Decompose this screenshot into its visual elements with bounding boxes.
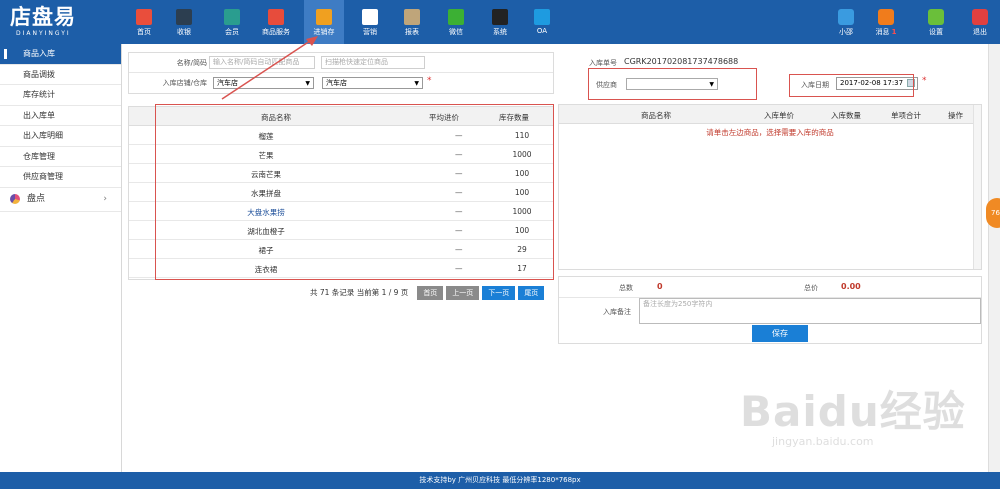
pagination: 共 71 条记录 当前第 1 / 9 页 首页 上一页 下一页 尾页	[310, 285, 545, 300]
empty-hint: 请单击左边商品，选择需要入库的商品	[706, 128, 834, 137]
total-value: 0.00	[841, 282, 861, 291]
prev-page-button[interactable]: 上一页	[446, 285, 480, 300]
next-page-button[interactable]: 下一页	[482, 285, 516, 300]
table-scrollbar[interactable]	[973, 105, 981, 269]
remark-label: 入库备注	[603, 308, 631, 316]
watermark: Baidu经验 jingyan.baidu.com	[740, 378, 966, 448]
col-header-subtotal: 单项合计	[891, 111, 921, 120]
stock-in-items-table: 商品名称 入库单价 入库数量 单项合计 操作 请单击左边商品，选择需要入库的商品	[558, 104, 982, 270]
order-no-label: 入库单号	[589, 59, 617, 67]
table-header: 商品名称 入库单价 入库数量 单项合计 操作	[559, 105, 981, 124]
col-header-unit-price: 入库单价	[764, 111, 794, 120]
total-label: 总价	[804, 284, 818, 292]
count-value: 0	[657, 282, 663, 291]
footer: 技术支持by 广州贝应科技 最低分辨率1280*768px	[0, 472, 1000, 489]
col-header-actions: 操作	[948, 111, 963, 120]
count-label: 总数	[619, 284, 633, 292]
save-button[interactable]: 保存	[752, 325, 808, 342]
first-page-button[interactable]: 首页	[417, 285, 444, 300]
col-header-name: 商品名称	[641, 111, 671, 120]
page-scrollbar[interactable]	[988, 44, 1000, 472]
required-mark: *	[922, 76, 927, 86]
pagination-info: 共 71 条记录 当前第 1 / 9 页	[310, 288, 409, 297]
order-no-value: CGRK201702081737478688	[624, 57, 739, 66]
last-page-button[interactable]: 尾页	[518, 285, 545, 300]
col-header-qty: 入库数量	[831, 111, 861, 120]
annotation-box-date	[789, 74, 914, 97]
annotation-box-products	[155, 104, 554, 280]
remark-textarea[interactable]: 备注长度为250字符内	[639, 298, 981, 324]
annotation-box-supplier	[588, 68, 757, 100]
side-float-badge[interactable]: 76	[986, 198, 1000, 228]
watermark-text: Baidu经验	[740, 387, 966, 436]
